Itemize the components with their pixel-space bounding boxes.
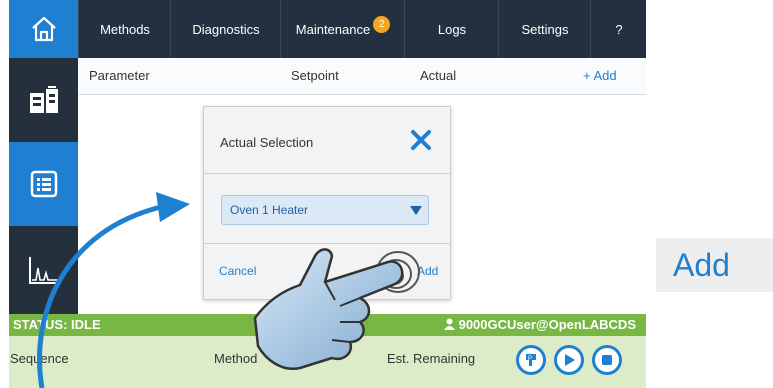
dialog-close-button[interactable] bbox=[410, 129, 432, 151]
column-setpoint: Setpoint bbox=[291, 68, 339, 83]
nav-help-label: ? bbox=[615, 21, 623, 37]
instrument-icon bbox=[29, 86, 58, 113]
nav-methods[interactable]: Methods bbox=[78, 0, 171, 58]
nav-logs[interactable]: Logs bbox=[404, 0, 499, 58]
nav-help[interactable]: ? bbox=[590, 0, 646, 58]
nav-diagnostics[interactable]: Diagnostics bbox=[170, 0, 281, 58]
actual-selection-dialog: Actual Selection Oven 1 Heater Cancel Ad… bbox=[203, 106, 451, 300]
nav-diagnostics-label: Diagnostics bbox=[192, 21, 260, 37]
instrument-screen: Methods Diagnostics Maintenance 2 Logs S… bbox=[9, 0, 646, 388]
chromatogram-icon bbox=[28, 257, 58, 284]
nav-logs-label: Logs bbox=[437, 21, 467, 37]
dialog-divider bbox=[204, 173, 450, 174]
column-parameter: Parameter bbox=[89, 68, 150, 83]
top-navigation: Methods Diagnostics Maintenance 2 Logs S… bbox=[9, 0, 646, 58]
user-info: 9000GCUser@OpenLABCDS bbox=[443, 317, 636, 332]
home-icon bbox=[31, 16, 56, 42]
dialog-divider bbox=[204, 243, 450, 244]
close-icon bbox=[411, 130, 431, 150]
svg-text:P: P bbox=[528, 356, 532, 362]
list-icon bbox=[30, 170, 57, 198]
status-text: STATUS: IDLE bbox=[13, 317, 101, 332]
dialog-add-button[interactable]: Add bbox=[417, 264, 438, 278]
nav-methods-label: Methods bbox=[100, 21, 150, 37]
method-label: Method bbox=[214, 351, 258, 366]
prep-run-button[interactable]: P bbox=[516, 345, 546, 375]
stop-button[interactable] bbox=[592, 345, 622, 375]
nav-settings-label: Settings bbox=[521, 21, 569, 37]
sidebar-item-method-list[interactable] bbox=[9, 142, 78, 226]
stop-icon bbox=[602, 355, 612, 365]
sidebar-item-instrument[interactable] bbox=[9, 58, 78, 142]
column-actual: Actual bbox=[420, 68, 457, 83]
home-button[interactable] bbox=[9, 0, 78, 58]
actual-select[interactable]: Oven 1 Heater bbox=[221, 195, 429, 225]
nav-maintenance-label: Maintenance bbox=[295, 21, 371, 37]
est-remaining-label: Est. Remaining bbox=[387, 351, 476, 366]
play-icon bbox=[565, 354, 575, 366]
status-bar: STATUS: IDLE 9000GCUser@OpenLABCDS bbox=[9, 314, 646, 336]
add-button-callout: Add bbox=[656, 238, 773, 292]
user-icon bbox=[443, 318, 455, 330]
sequence-label: Sequence bbox=[10, 351, 69, 366]
user-name: 9000GCUser@OpenLABCDS bbox=[458, 317, 636, 332]
cancel-button[interactable]: Cancel bbox=[219, 264, 256, 278]
table-header: Parameter Setpoint Actual + Add bbox=[78, 58, 646, 95]
add-row-link[interactable]: + Add bbox=[583, 68, 617, 83]
sidebar-item-chromatogram[interactable] bbox=[9, 226, 78, 314]
maintenance-badge: 2 bbox=[373, 15, 391, 33]
nav-settings[interactable]: Settings bbox=[498, 0, 591, 58]
chevron-down-icon bbox=[410, 206, 422, 215]
selected-value: Oven 1 Heater bbox=[230, 203, 309, 217]
start-button[interactable] bbox=[554, 345, 584, 375]
run-footer: Sequence Method Est. Remaining P bbox=[9, 336, 646, 388]
dialog-title: Actual Selection bbox=[220, 135, 314, 150]
nav-maintenance[interactable]: Maintenance 2 bbox=[280, 0, 405, 58]
sidebar bbox=[9, 58, 78, 314]
prep-run-icon: P bbox=[526, 354, 536, 366]
add-callout-label: Add bbox=[673, 246, 730, 283]
